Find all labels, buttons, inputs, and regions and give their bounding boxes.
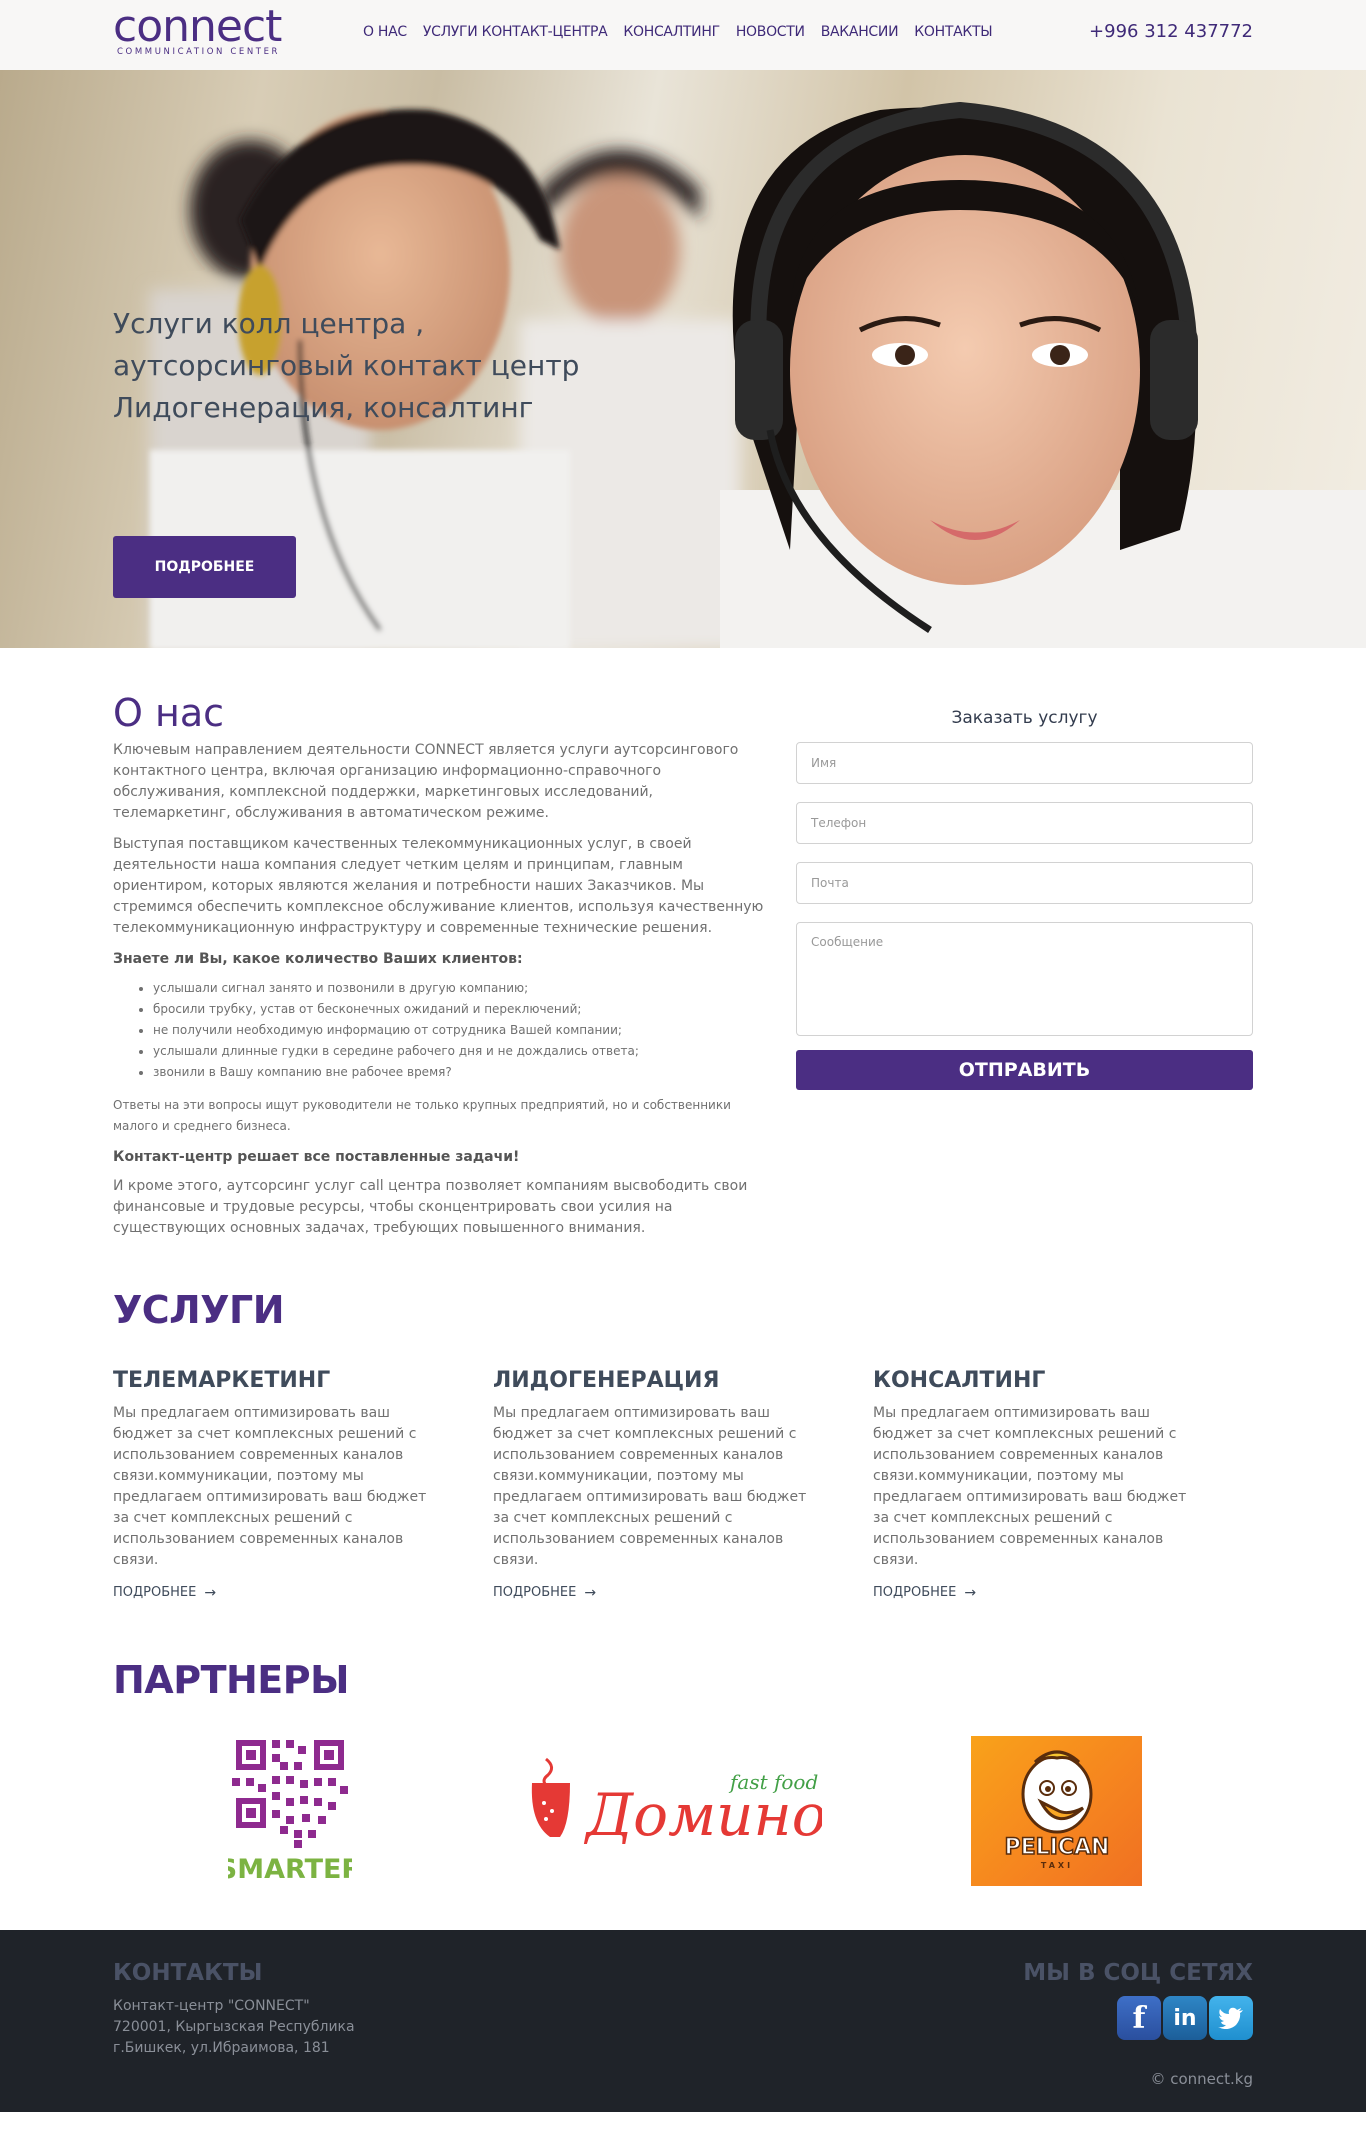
service-card-consulting: КОНСАЛТИНГ Мы предлагаем оптимизировать … bbox=[873, 1368, 1202, 1601]
domino-logo-tagline: fast food bbox=[728, 1770, 818, 1794]
pelican-logo-subtitle: TAXI bbox=[1041, 1861, 1073, 1870]
hero-title-line-2: аутсорсинговый контакт центр bbox=[113, 349, 580, 382]
email-field[interactable]: Почта bbox=[796, 862, 1253, 904]
list-item: услышали длинные гудки в середине рабоче… bbox=[153, 1041, 765, 1062]
service-title: ТЕЛЕМАРКЕТИНГ bbox=[113, 1368, 331, 1393]
about-list: услышали сигнал занято и позвонили в дру… bbox=[153, 978, 765, 1083]
order-form-title: Заказать услугу bbox=[951, 708, 1098, 728]
hero-title: Услуги колл центра , аутсорсинговый конт… bbox=[113, 303, 733, 429]
service-more-link[interactable]: ПОДРОБНЕЕ → bbox=[493, 1585, 596, 1601]
arrow-right-icon: → bbox=[964, 1584, 977, 1601]
pelican-taxi-logo[interactable]: PELICAN TAXI bbox=[971, 1736, 1142, 1886]
partners-title: ПАРТНЕРЫ bbox=[113, 1658, 349, 1702]
facebook-icon[interactable]: f bbox=[1117, 1996, 1161, 2040]
service-text: Мы предлагаем оптимизировать ваш бюджет … bbox=[873, 1405, 1187, 1568]
site-header: connect COMMUNICATION CENTER О НАС УСЛУГ… bbox=[0, 0, 1366, 70]
arrow-right-icon: → bbox=[584, 1584, 597, 1601]
copyright: © connect.kg bbox=[1150, 2070, 1253, 2088]
hero-title-line-3: Лидогенерация, консалтинг bbox=[113, 391, 534, 424]
nav-about[interactable]: О НАС bbox=[363, 24, 407, 40]
about-title: О нас bbox=[113, 691, 225, 735]
services-cards: ТЕЛЕМАРКЕТИНГ Мы предлагаем оптимизирова… bbox=[113, 1368, 1202, 1601]
message-field[interactable]: Сообщение bbox=[796, 922, 1253, 1036]
about-paragraph-4: И кроме этого, аутсорсинг услуг call цен… bbox=[113, 1178, 748, 1236]
list-item: услышали сигнал занято и позвонили в дру… bbox=[153, 978, 765, 999]
about-paragraph-1: Ключевым направлением деятельности CONNE… bbox=[113, 742, 739, 821]
more-label: ПОДРОБНЕЕ bbox=[873, 1585, 957, 1600]
main-nav: О НАС УСЛУГИ КОНТАКТ-ЦЕНТРА КОНСАЛТИНГ Н… bbox=[363, 24, 993, 40]
nav-news[interactable]: НОВОСТИ bbox=[736, 24, 805, 40]
header-phone[interactable]: +996 312 437772 bbox=[1089, 21, 1253, 42]
services-section: УСЛУГИ ТЕЛЕМАРКЕТИНГ Мы предлагаем оптим… bbox=[0, 1288, 1366, 1658]
service-title: ЛИДОГЕНЕРАЦИЯ bbox=[493, 1368, 720, 1393]
footer-social-title: МЫ В СОЦ СЕТЯХ bbox=[1023, 1960, 1253, 1986]
order-form: Заказать услугу Имя Телефон Почта Сообще… bbox=[796, 708, 1253, 1090]
service-more-link[interactable]: ПОДРОБНЕЕ → bbox=[113, 1585, 216, 1601]
about-section: О нас Ключевым направлением деятельности… bbox=[0, 648, 1366, 1288]
service-text: Мы предлагаем оптимизировать ваш бюджет … bbox=[113, 1405, 427, 1568]
logo[interactable]: connect COMMUNICATION CENTER bbox=[113, 1, 282, 58]
about-content: О нас Ключевым направлением деятельности… bbox=[113, 690, 765, 1249]
service-card-telemarketing: ТЕЛЕМАРКЕТИНГ Мы предлагаем оптимизирова… bbox=[113, 1368, 442, 1601]
address-line: Контакт-центр "CONNECT" bbox=[113, 1998, 310, 2014]
address-line: 720001, Кыргызская Республика bbox=[113, 2019, 355, 2035]
smarter-logo-text: SMARTER bbox=[228, 1854, 352, 1885]
smarter-logo[interactable]: SMARTER bbox=[228, 1736, 352, 1886]
address-line: г.Бишкек, ул.Ибраимова, 181 bbox=[113, 2040, 330, 2056]
nav-contact-center-services[interactable]: УСЛУГИ КОНТАКТ-ЦЕНТРА bbox=[423, 24, 608, 40]
hero-title-line-1: Услуги колл центра , bbox=[113, 307, 425, 340]
footer-contacts-title: КОНТАКТЫ bbox=[113, 1960, 263, 1986]
service-text: Мы предлагаем оптимизировать ваш бюджет … bbox=[493, 1405, 807, 1568]
name-field[interactable]: Имя bbox=[796, 742, 1253, 784]
hero-banner: Услуги колл центра , аутсорсинговый конт… bbox=[0, 70, 1366, 648]
phone-field[interactable]: Телефон bbox=[796, 802, 1253, 844]
nav-contacts[interactable]: КОНТАКТЫ bbox=[914, 24, 992, 40]
services-title: УСЛУГИ bbox=[113, 1288, 285, 1332]
nav-vacancies[interactable]: ВАКАНСИИ bbox=[821, 24, 899, 40]
about-paragraph-2: Выступая поставщиком качественных телеко… bbox=[113, 836, 764, 936]
linkedin-icon[interactable]: in bbox=[1163, 1996, 1207, 2040]
list-item: не получили необходимую информацию от со… bbox=[153, 1020, 765, 1041]
service-title: КОНСАЛТИНГ bbox=[873, 1368, 1046, 1393]
logo-subtitle: COMMUNICATION CENTER bbox=[117, 47, 281, 57]
list-item: звонили в Вашу компанию вне рабочее врем… bbox=[153, 1062, 765, 1083]
pelican-logo-text: PELICAN bbox=[1005, 1835, 1110, 1860]
service-more-link[interactable]: ПОДРОБНЕЕ → bbox=[873, 1585, 976, 1601]
hero-more-button[interactable]: ПОДРОБНЕЕ bbox=[113, 536, 296, 598]
arrow-right-icon: → bbox=[204, 1584, 217, 1601]
footer-address: Контакт-центр "CONNECT" 720001, Кыргызск… bbox=[113, 1996, 355, 2059]
nav-consulting[interactable]: КОНСАЛТИНГ bbox=[623, 24, 720, 40]
domino-logo[interactable]: Домино fast food bbox=[526, 1753, 822, 1853]
list-item: бросили трубку, устав от бесконечных ожи… bbox=[153, 999, 765, 1020]
about-tagline: Контакт-центр решает все поставленные за… bbox=[113, 1149, 520, 1165]
logo-text: connect bbox=[113, 1, 282, 52]
pelican-mascot-icon: PELICAN TAXI bbox=[1004, 1750, 1110, 1870]
twitter-icon[interactable] bbox=[1209, 1996, 1253, 2040]
about-question: Знаете ли Вы, какое количество Ваших кли… bbox=[113, 951, 523, 967]
service-card-lead-generation: ЛИДОГЕНЕРАЦИЯ Мы предлагаем оптимизирова… bbox=[493, 1368, 822, 1601]
site-footer: КОНТАКТЫ Контакт-центр "CONNECT" 720001,… bbox=[0, 1930, 1366, 2112]
more-label: ПОДРОБНЕЕ bbox=[493, 1585, 577, 1600]
submit-button[interactable]: ОТПРАВИТЬ bbox=[796, 1050, 1253, 1090]
more-label: ПОДРОБНЕЕ bbox=[113, 1585, 197, 1600]
twitter-bird-glyph bbox=[1218, 2007, 1243, 2029]
partners-section: ПАРТНЕРЫ SMARTER Домино fast food bbox=[0, 1658, 1366, 1930]
social-links: f in bbox=[1117, 1996, 1253, 2040]
about-paragraph-3: Ответы на эти вопросы ищут руководители … bbox=[113, 1098, 731, 1133]
